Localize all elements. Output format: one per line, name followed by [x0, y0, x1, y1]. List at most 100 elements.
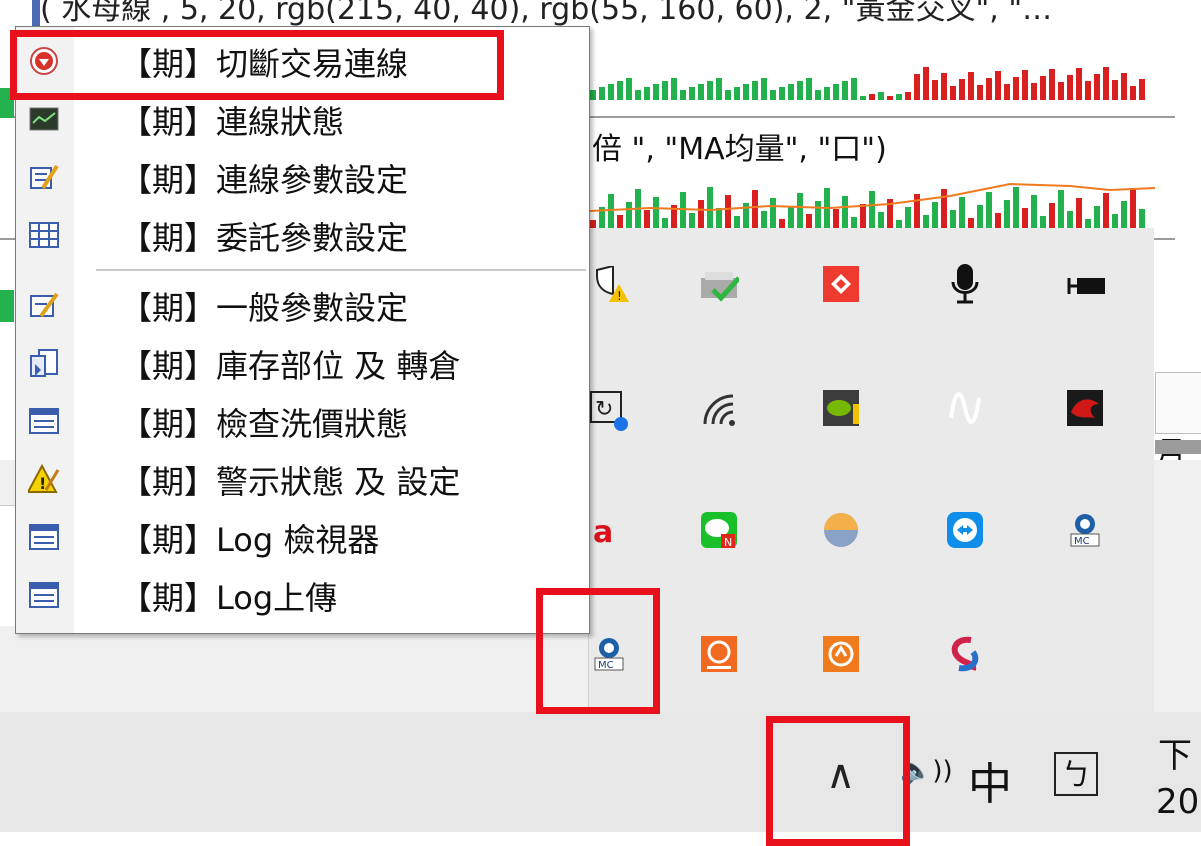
volume-bar	[1112, 80, 1118, 100]
order-settings-icon	[28, 219, 60, 251]
audio-wave-icon[interactable]	[945, 388, 985, 428]
volume-bar	[635, 90, 641, 100]
ime-mode-indicator[interactable]: ㄅ	[1054, 752, 1098, 796]
menu-item-label: 【期】檢查洗價狀態	[120, 405, 409, 443]
svg-text:↻: ↻	[595, 397, 613, 422]
connection-status-icon	[28, 103, 60, 135]
skype-icon[interactable]	[945, 634, 985, 674]
volume-bar	[896, 94, 902, 100]
menu-item-order-settings[interactable]: 【期】委託參數設定	[16, 207, 589, 263]
menu-item-label: 【期】一般參數設定	[120, 289, 409, 327]
general-settings-icon	[28, 289, 60, 321]
acrobat-icon[interactable]: a	[589, 510, 629, 550]
volume-bar	[995, 71, 1001, 100]
volume-bar	[851, 78, 857, 100]
right-scroll-edge[interactable]	[1155, 440, 1201, 454]
menu-item-warning[interactable]: ! 【期】警示狀態 及 設定	[16, 451, 589, 507]
volume-bar	[770, 90, 776, 100]
app-orange-2-icon[interactable]	[821, 634, 861, 674]
volume-bar	[986, 78, 992, 100]
menu-item-connection-settings[interactable]: 【期】連線參數設定	[16, 149, 589, 205]
volume-bar	[1040, 76, 1046, 100]
volume-bar	[617, 81, 623, 100]
dragon-app-icon[interactable]	[1065, 388, 1105, 428]
volume-bars-top	[590, 40, 1150, 100]
clock-top[interactable]: 下	[1158, 728, 1192, 777]
battery-icon[interactable]	[1065, 264, 1105, 304]
menu-item-label: 【期】連線狀態	[120, 103, 345, 141]
volume-bar	[644, 87, 650, 100]
app-orange-icon[interactable]	[699, 634, 739, 674]
line-app-icon[interactable]: N	[699, 510, 739, 550]
volume-bar	[653, 84, 659, 100]
volume-bar	[1076, 68, 1082, 100]
menu-item-label: 【期】警示狀態 及 設定	[120, 463, 461, 501]
teamviewer-icon[interactable]	[945, 510, 985, 550]
menu-item-log-upload[interactable]: 【期】Log上傳	[16, 567, 589, 623]
volume-bar	[698, 84, 704, 100]
menu-item-general-settings[interactable]: 【期】一般參數設定	[16, 277, 589, 333]
menu-separator	[96, 269, 586, 271]
volume-bar	[842, 81, 848, 100]
menu-item-label: 【期】委託參數設定	[120, 219, 409, 257]
menu-item-price-check[interactable]: 【期】檢查洗價狀態	[16, 393, 589, 449]
log-viewer-icon	[28, 521, 60, 553]
weather-icon[interactable]	[821, 510, 861, 550]
svg-text:!: !	[39, 474, 46, 493]
volume-bar	[914, 74, 920, 100]
volume-bar	[1004, 84, 1010, 100]
clock-bottom[interactable]: 20	[1156, 782, 1199, 822]
wifi-icon[interactable]	[699, 390, 739, 430]
volume-bar	[671, 78, 677, 100]
volume-bar	[806, 78, 812, 100]
volume-bar	[1130, 86, 1136, 100]
taskbar: ∧ 🔈)) 中 ㄅ 下 20	[0, 712, 1201, 832]
volume-bar	[599, 87, 605, 100]
printer-check-icon[interactable]	[699, 266, 739, 306]
volume-bar	[1085, 81, 1091, 100]
nvidia-icon[interactable]	[821, 388, 861, 428]
svg-text:a: a	[593, 515, 613, 550]
ime-indicator[interactable]: 中	[968, 748, 1012, 812]
volume-bar	[788, 84, 794, 100]
menu-item-label: 【期】庫存部位 及 轉倉	[120, 347, 461, 385]
anydesk-icon[interactable]	[821, 264, 861, 304]
right-panel-edge	[1155, 372, 1201, 434]
menu-item-log-viewer[interactable]: 【期】Log 檢視器	[16, 509, 589, 565]
volume-bar	[1013, 77, 1019, 100]
volume-bar	[743, 84, 749, 100]
volume-bar	[815, 90, 821, 100]
security-warning-icon[interactable]: !	[589, 266, 629, 306]
volume-bar	[887, 96, 893, 100]
highlight-box-multicharts	[536, 588, 660, 714]
multicharts-icon[interactable]: MC	[1065, 510, 1105, 550]
volume-bar	[959, 79, 965, 100]
volume-bar	[833, 84, 839, 100]
volume-bar	[716, 78, 722, 100]
connection-settings-icon	[28, 161, 60, 193]
left-green-marker-2	[0, 290, 14, 322]
volume-bar	[608, 84, 614, 100]
volume-bar	[1031, 83, 1037, 100]
volume-bar	[977, 85, 983, 100]
volume-bar	[662, 81, 668, 100]
volume-bar	[707, 81, 713, 100]
code-gutter-marker	[32, 0, 40, 26]
volume-bar	[1067, 75, 1073, 100]
menu-item-label: 【期】連線參數設定	[120, 161, 409, 199]
refresh-tray-icon[interactable]: ↻	[589, 390, 629, 431]
highlight-box-chevron	[766, 716, 910, 846]
volume-bar	[779, 87, 785, 100]
volume-bar	[824, 87, 830, 100]
volume-bar	[950, 86, 956, 100]
ma-line	[590, 182, 1155, 212]
volume-bar	[1049, 69, 1055, 100]
volume-bar	[752, 81, 758, 100]
volume-bar	[761, 78, 767, 100]
menu-item-inventory[interactable]: 【期】庫存部位 及 轉倉	[16, 335, 589, 391]
volume-bar	[590, 90, 596, 100]
microphone-icon[interactable]	[945, 264, 985, 304]
volume-bar	[680, 90, 686, 100]
volume-bar	[725, 90, 731, 100]
menu-item-label: 【期】Log 檢視器	[120, 521, 380, 559]
